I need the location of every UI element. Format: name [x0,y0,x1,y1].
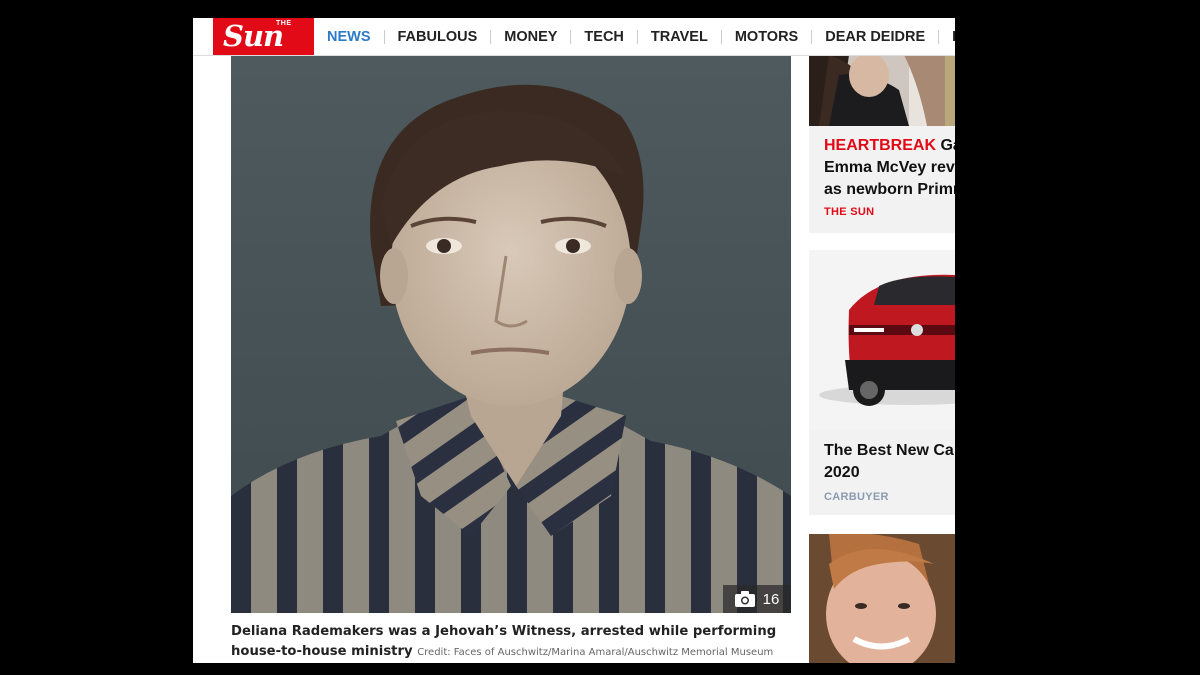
rail-thumb-heartbreak [809,55,955,126]
rail-thumb-car [809,250,955,430]
nav-puzzles[interactable]: PUZZLES [938,29,955,44]
nav-tech[interactable]: TECH [570,29,636,44]
nav-news[interactable]: NEWS [314,29,384,44]
headline-line-2: Emma McVey revea [824,159,955,176]
nav-travel[interactable]: TRAVEL [636,29,721,44]
rail-card-heartbreak[interactable]: HEARTBREAK Gaz B Emma McVey revea as new… [809,55,955,233]
logo-name: Sun [223,19,284,53]
nav-dear-deidre[interactable]: DEAR DEIDRE [811,29,938,44]
article-photo[interactable]: 16 [231,56,791,613]
nav-money[interactable]: MONEY [490,29,570,44]
rail-headline-heartbreak[interactable]: HEARTBREAK Gaz B Emma McVey revea as new… [824,135,955,201]
portrait-illustration [231,56,791,613]
headline-line-1: The Best New Cars [824,442,955,459]
headline-line-2: 2020 [824,464,860,481]
headline-kicker: HEARTBREAK [824,137,936,154]
nav-motors[interactable]: MOTORS [720,29,811,44]
browser-viewport: THE Sun NEWS FABULOUS MONEY TECH TRAVEL … [193,18,955,663]
sun-logo[interactable]: THE Sun [213,18,314,55]
camera-icon [734,591,755,607]
photo-caption: Deliana Rademakers was a Jehovah’s Witne… [231,622,791,663]
nav-menu: NEWS FABULOUS MONEY TECH TRAVEL MOTORS D… [314,18,955,55]
nav-fabulous[interactable]: FABULOUS [383,29,491,44]
gallery-count-badge[interactable]: 16 [723,585,791,613]
rail-headline-cars[interactable]: The Best New Cars 2020 [824,440,955,484]
top-navigation: THE Sun NEWS FABULOUS MONEY TECH TRAVEL … [193,18,955,56]
rail-card-third[interactable] [809,534,955,663]
gallery-count: 16 [762,590,780,608]
rail-source-carbuyer: CARBUYER [824,491,889,503]
headline-line-3: as newborn Primro [824,181,955,198]
headline-line-1: Gaz B [940,137,955,154]
photo-credit: Credit: Faces of Auschwitz/Marina Amaral… [417,647,774,658]
rail-source-the-sun: THE SUN [824,206,875,218]
rail-thumb-third [809,534,955,663]
rail-card-cars[interactable]: The Best New Cars 2020 CARBUYER [809,250,955,515]
